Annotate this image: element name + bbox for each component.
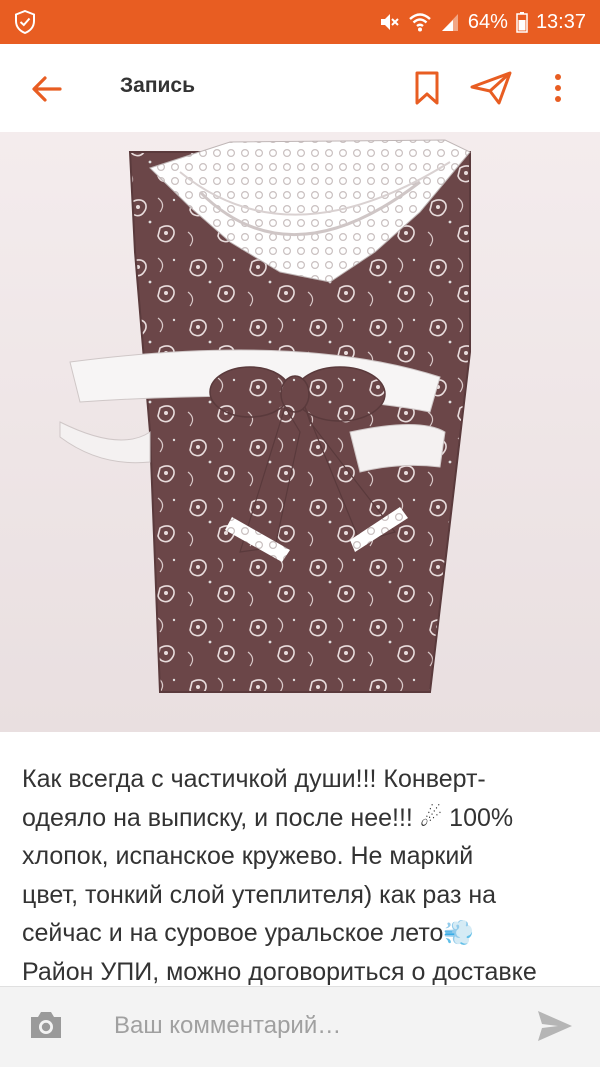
arrow-left-icon[interactable] xyxy=(30,72,64,106)
battery-icon xyxy=(516,12,528,33)
more-vertical-icon[interactable] xyxy=(548,70,568,106)
app-bar: Запись xyxy=(0,44,600,132)
send-icon[interactable] xyxy=(536,1009,574,1043)
bookmark-icon[interactable] xyxy=(410,70,444,106)
post-text: Как всегда с частичкой души!!! Конверт- … xyxy=(22,765,537,986)
page-title: Запись xyxy=(120,74,196,97)
camera-icon[interactable] xyxy=(28,1009,64,1041)
post-image-drawing xyxy=(0,132,600,732)
status-right: 64% 13:37 xyxy=(378,0,586,44)
clock: 13:37 xyxy=(535,10,586,33)
battery-percent: 64% xyxy=(467,10,508,33)
comment-bar xyxy=(0,986,600,1067)
wifi-icon xyxy=(409,13,431,32)
comment-input[interactable] xyxy=(96,1001,552,1051)
status-bar: 64% 13:37 xyxy=(0,0,600,44)
post-image[interactable] xyxy=(0,132,600,732)
mute-icon xyxy=(380,14,399,30)
signal-icon xyxy=(441,14,458,31)
share-icon[interactable] xyxy=(470,70,512,106)
shield-check-icon xyxy=(15,10,35,34)
